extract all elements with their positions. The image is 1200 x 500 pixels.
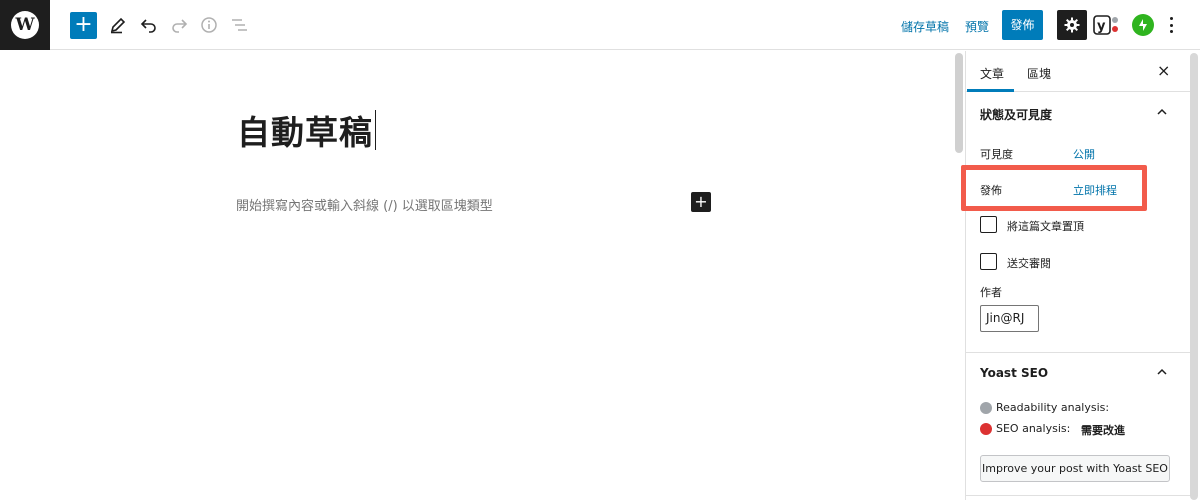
text-caret: [375, 110, 376, 150]
status-panel-title[interactable]: 狀態及可見度: [980, 106, 1052, 123]
highlight-annotation: [961, 165, 1147, 211]
pending-review-label[interactable]: 送交審閱: [1007, 255, 1051, 271]
tab-block[interactable]: 區塊: [1027, 65, 1051, 82]
panel-divider: [966, 495, 1195, 496]
tab-post[interactable]: 文章: [980, 65, 1004, 82]
seo-analysis-value: 需要改進: [1081, 424, 1125, 437]
readability-label[interactable]: Readability analysis:: [996, 401, 1109, 414]
sticky-checkbox[interactable]: [980, 216, 997, 233]
publish-button[interactable]: 發佈: [1002, 10, 1043, 40]
panel-divider: [966, 352, 1195, 353]
author-select[interactable]: Jin@RJ: [980, 305, 1039, 332]
wordpress-logo[interactable]: W: [0, 0, 50, 50]
seo-analysis-label[interactable]: SEO analysis:: [996, 422, 1070, 435]
settings-button[interactable]: [1057, 10, 1087, 40]
visibility-toggle[interactable]: 公開: [1073, 146, 1095, 162]
editor-scrollbar[interactable]: [955, 53, 963, 153]
top-toolbar: W + 儲存草稿 預覽 發佈 y: [0, 0, 1200, 50]
sidebar-scrollbar[interactable]: [1190, 53, 1198, 500]
undo-icon[interactable]: [137, 13, 161, 37]
seo-status-sad-face-icon: [980, 423, 992, 435]
chevron-up-icon[interactable]: [1157, 367, 1167, 377]
wordpress-logo-icon: W: [11, 11, 39, 39]
preview-button[interactable]: 預覽: [965, 18, 989, 35]
yoast-panel-title[interactable]: Yoast SEO: [980, 366, 1048, 380]
active-tab-indicator: [967, 89, 1014, 92]
pending-review-checkbox[interactable]: [980, 253, 997, 270]
close-icon[interactable]: ×: [1157, 61, 1170, 80]
save-draft-button[interactable]: 儲存草稿: [901, 18, 949, 35]
pencil-icon[interactable]: [106, 13, 130, 37]
inline-add-block-button[interactable]: +: [691, 192, 711, 212]
jetpack-icon[interactable]: [1132, 14, 1154, 36]
author-label: 作者: [980, 286, 1002, 299]
info-icon[interactable]: [197, 13, 221, 37]
redo-icon[interactable]: [167, 13, 191, 37]
add-block-button[interactable]: +: [70, 12, 97, 39]
more-vertical-icon[interactable]: [1166, 15, 1176, 35]
visibility-label: 可見度: [980, 148, 1013, 161]
editor-canvas[interactable]: 自動草稿 開始撰寫內容或輸入斜線 (/) 以選取區塊類型 +: [0, 51, 951, 500]
chevron-up-icon[interactable]: [1157, 107, 1167, 117]
yoast-icon[interactable]: y: [1093, 13, 1121, 37]
post-title-text: 自動草稿: [237, 113, 373, 152]
settings-sidebar: 文章 區塊 × 狀態及可見度 可見度 公開 發佈 立即排程 將這篇文章置頂 送交…: [965, 51, 1195, 500]
svg-text:y: y: [1097, 19, 1106, 34]
readability-status-dot: [980, 402, 992, 414]
sticky-label[interactable]: 將這篇文章置頂: [1007, 218, 1084, 234]
list-view-icon[interactable]: [227, 13, 251, 37]
block-placeholder[interactable]: 開始撰寫內容或輸入斜線 (/) 以選取區塊類型: [236, 195, 493, 214]
sidebar-tabs: 文章 區塊 ×: [966, 51, 1195, 92]
gear-icon: [1064, 17, 1080, 33]
improve-post-yoast-button[interactable]: Improve your post with Yoast SEO: [980, 455, 1170, 482]
post-title-field[interactable]: 自動草稿: [237, 106, 376, 154]
